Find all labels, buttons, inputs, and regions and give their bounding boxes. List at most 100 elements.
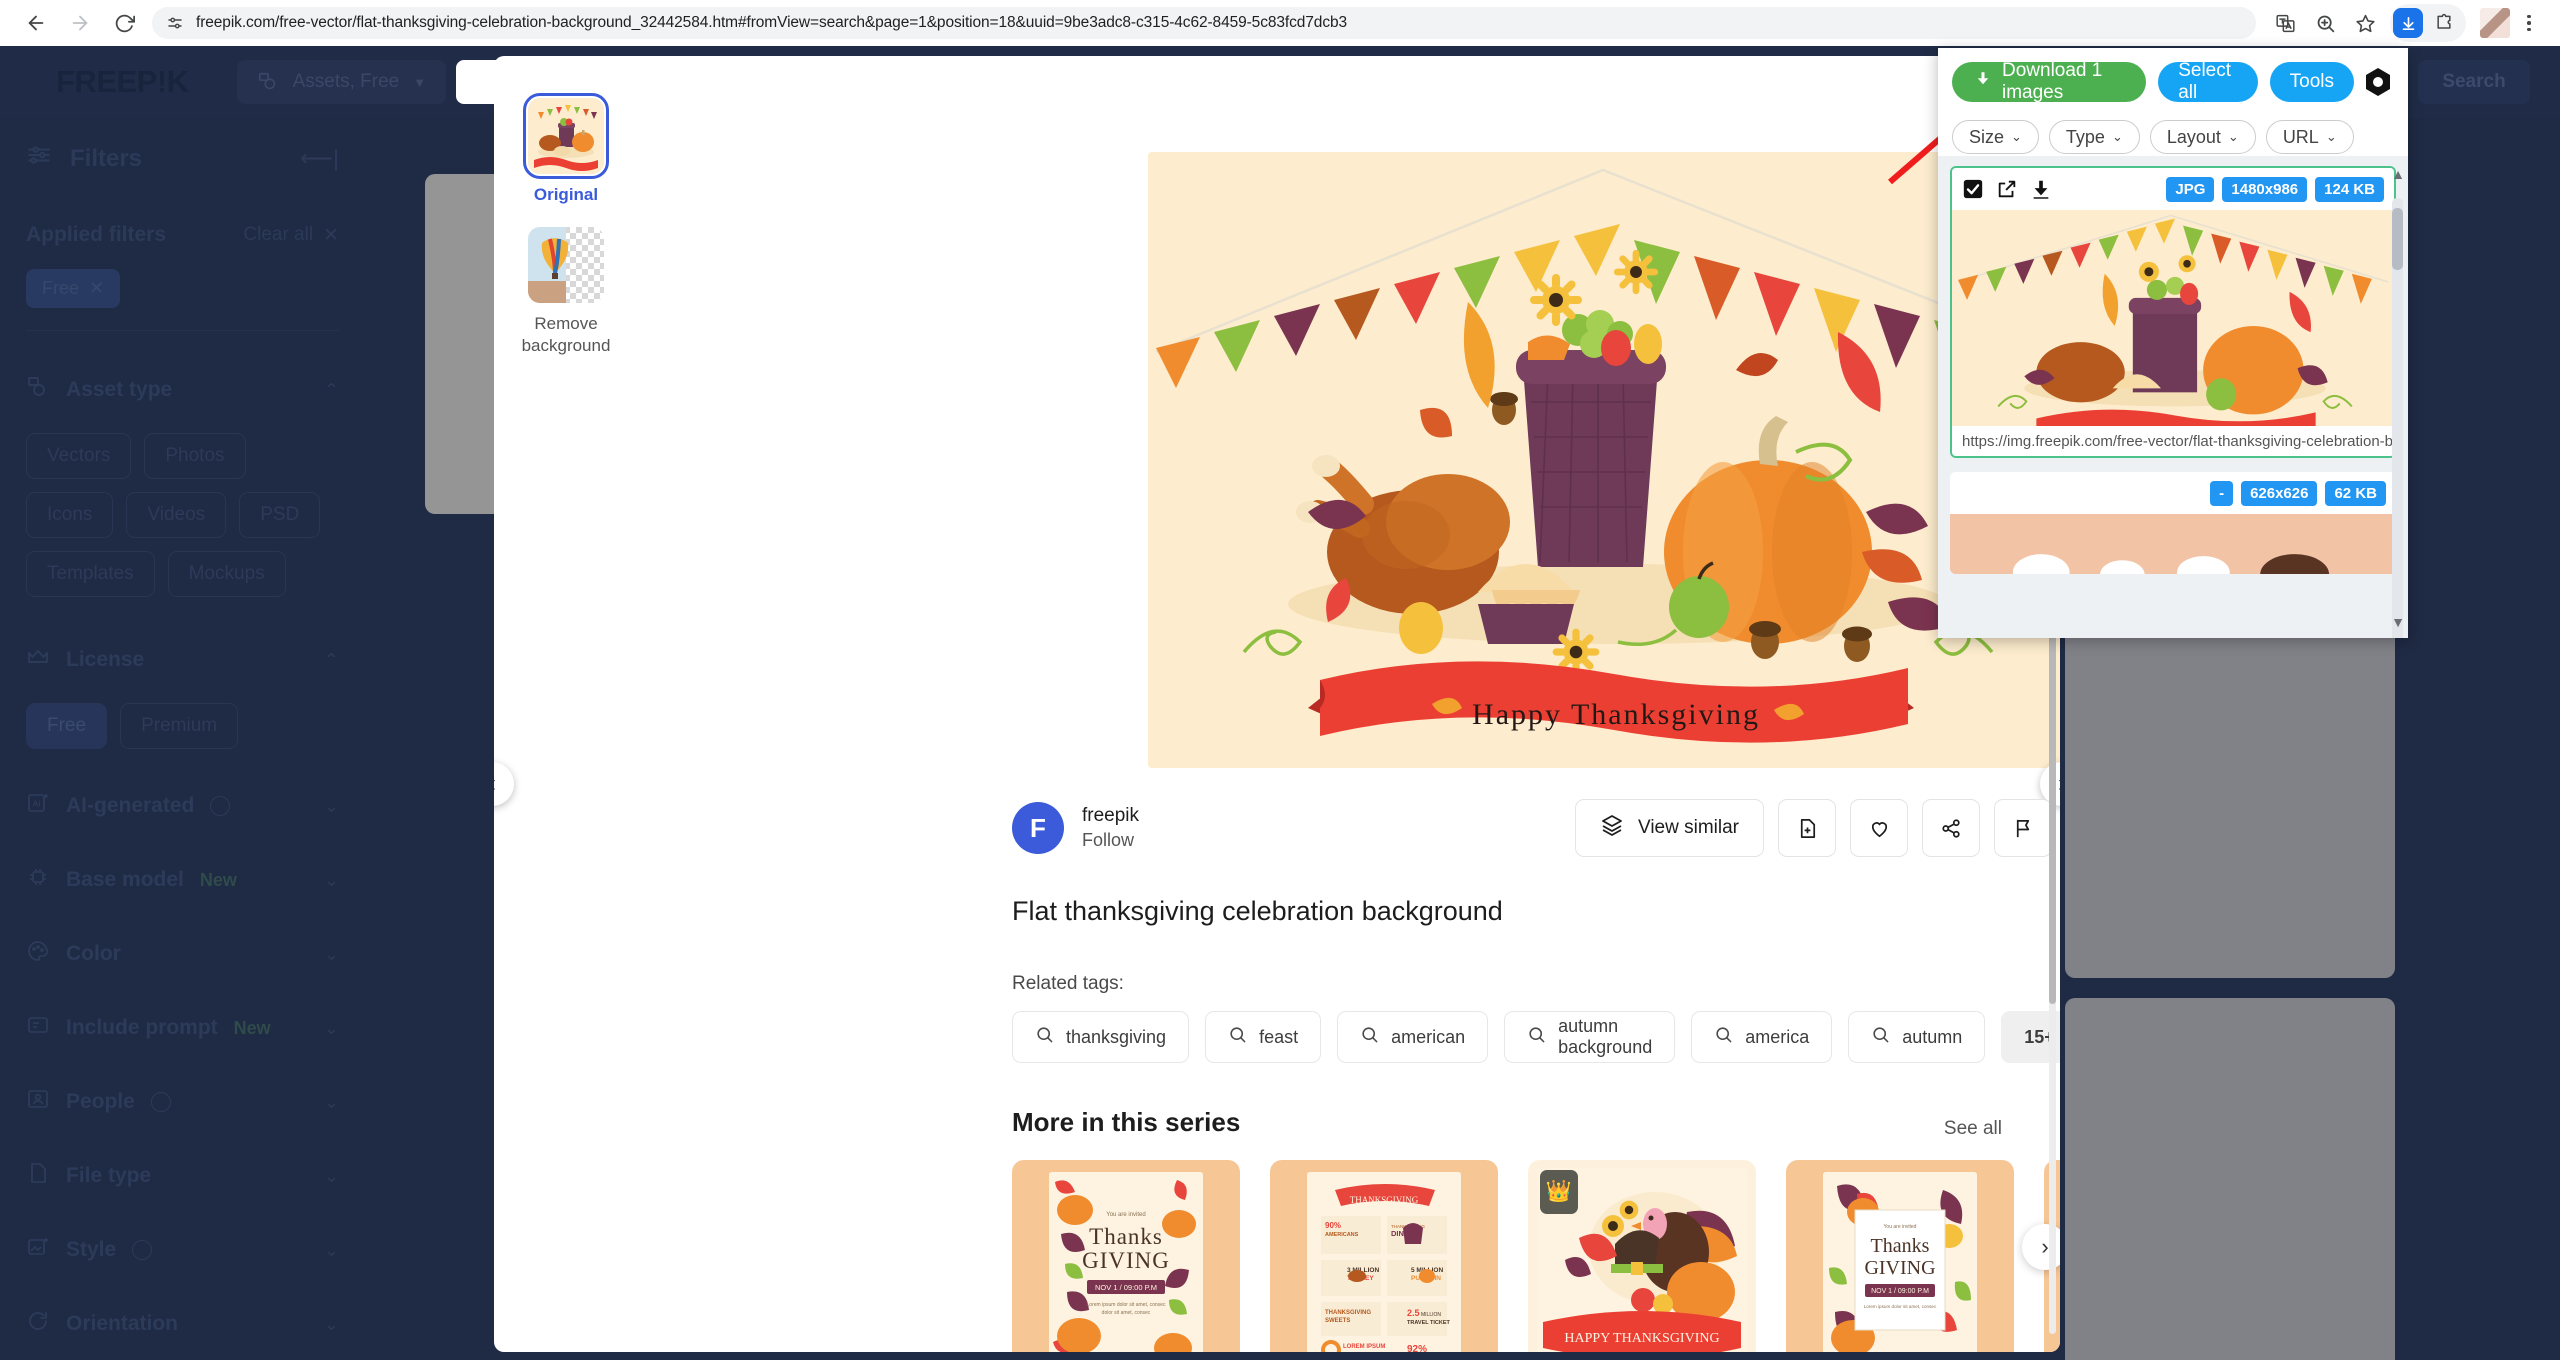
asset-actions: View similar <box>1574 799 2052 857</box>
layout-filter[interactable]: Layout ⌄ <box>2149 120 2256 154</box>
scroll-up-icon[interactable]: ▲ <box>2391 166 2405 182</box>
svg-text:Happy Thanksgiving: Happy Thanksgiving <box>1472 698 1760 731</box>
freepik-logo[interactable]: FREEP!K <box>56 64 189 100</box>
chevron-down-icon[interactable]: ⌄ <box>324 1166 339 1187</box>
tag-autumn-background[interactable]: autumn background <box>1504 1011 1676 1063</box>
chevron-down-icon[interactable]: ⌄ <box>324 1240 339 1261</box>
size-filter[interactable]: Size ⌄ <box>1952 120 2039 154</box>
chevron-down-icon[interactable]: ⌄ <box>324 796 339 817</box>
info-icon[interactable] <box>210 796 231 816</box>
series-card[interactable]: THANKSGIVING 90% AMERICANS THANKSGIVING … <box>1270 1160 1498 1352</box>
avatar[interactable]: F <box>1012 802 1064 854</box>
kebab-menu-icon[interactable] <box>2512 14 2546 32</box>
sidebar-item-ai-generated[interactable]: Ai AI-generated ⌄ <box>26 769 339 843</box>
series-card[interactable]: You are invited Thanks GIVING NOV 1 / 09… <box>1012 1160 1240 1352</box>
tag-feast[interactable]: feast <box>1205 1011 1322 1063</box>
chevron-down-icon[interactable]: ⌄ <box>324 1314 339 1335</box>
type-filter-label: Type <box>2065 126 2105 147</box>
thumbnail-original[interactable] <box>523 93 609 179</box>
people-icon <box>26 1087 50 1117</box>
chevron-up-icon[interactable]: ⌃ <box>324 650 339 671</box>
chevron-down-icon[interactable]: ⌄ <box>324 944 339 965</box>
site-settings-icon[interactable] <box>166 14 184 32</box>
asset-preview-image[interactable]: Happy Thanksgiving <box>1148 152 2060 768</box>
back-arrow-icon[interactable] <box>14 1 58 45</box>
asset-type-icons[interactable]: Icons <box>26 492 114 538</box>
tools-button[interactable]: Tools <box>2269 62 2354 102</box>
avatar[interactable] <box>2480 8 2510 38</box>
assets-selector[interactable]: Assets, Free ▼ <box>236 60 447 104</box>
search-button[interactable]: Search <box>2418 60 2530 104</box>
puzzle-piece-icon[interactable] <box>2425 4 2463 42</box>
asset-type-templates[interactable]: Templates <box>26 551 155 597</box>
reload-icon[interactable] <box>102 1 146 45</box>
collapse-left-icon[interactable]: ⟵| <box>300 145 339 172</box>
author-row: F freepik Follow View similar <box>1012 798 2052 858</box>
sidebar-item-license[interactable]: License ⌃ <box>26 623 339 697</box>
series-card[interactable]: 👑 HAPPY THANKSGIVING <box>1528 1160 1756 1352</box>
checked-checkbox-icon[interactable] <box>1962 178 1984 200</box>
star-icon[interactable] <box>2346 4 2384 42</box>
sidebar-item-style[interactable]: Style ⌄ <box>26 1213 339 1287</box>
download-images-button[interactable]: Download 1 images <box>1952 60 2147 103</box>
type-filter[interactable]: Type ⌄ <box>2048 120 2140 154</box>
tag-thanksgiving[interactable]: thanksgiving <box>1012 1011 1190 1063</box>
gear-icon[interactable] <box>2362 66 2394 98</box>
translate-icon[interactable] <box>2266 4 2304 42</box>
series-see-all-link[interactable]: See all <box>1944 1118 2002 1140</box>
flag-icon[interactable] <box>1994 799 2052 857</box>
close-icon[interactable]: ✕ <box>89 278 104 299</box>
zoom-icon[interactable] <box>2306 4 2344 42</box>
chevron-right-icon: › <box>2041 1234 2049 1259</box>
sidebar-item-asset-type[interactable]: Asset type ⌃ <box>26 353 339 427</box>
info-icon[interactable] <box>150 1092 171 1112</box>
download-icon[interactable] <box>2030 178 2052 200</box>
license-premium[interactable]: Premium <box>120 703 239 749</box>
chevron-up-icon[interactable]: ⌃ <box>324 380 339 401</box>
close-icon[interactable]: ✕ <box>323 224 339 247</box>
sidebar-item-color[interactable]: Color ⌄ <box>26 917 339 991</box>
add-to-collection-icon[interactable] <box>1778 799 1836 857</box>
prev-asset-button[interactable]: ‹ <box>494 762 514 806</box>
asset-type-videos[interactable]: Videos <box>126 492 227 538</box>
clear-all-button[interactable]: Clear all ✕ <box>243 224 339 247</box>
sidebar-item-include-prompt[interactable]: Include prompt New ⌄ <box>26 991 339 1065</box>
address-bar[interactable]: freepik.com/free-vector/flat-thanksgivin… <box>152 7 2256 39</box>
forward-arrow-icon[interactable] <box>58 1 102 45</box>
chevron-down-icon[interactable]: ⌄ <box>324 870 339 891</box>
scroll-down-icon[interactable]: ▼ <box>2391 614 2405 630</box>
asset-type-psd[interactable]: PSD <box>239 492 321 538</box>
chevron-down-icon[interactable]: ⌄ <box>324 1092 339 1113</box>
svg-text:THANKSGIVING: THANKSGIVING <box>1325 1310 1371 1316</box>
info-icon[interactable] <box>132 1240 153 1260</box>
sidebar-item-orientation[interactable]: Orientation ⌄ <box>26 1287 339 1360</box>
sidebar-item-base-model[interactable]: Base model New ⌄ <box>26 843 339 917</box>
applied-chip-free[interactable]: Free ✕ <box>26 269 121 308</box>
open-external-icon[interactable] <box>1996 178 2018 200</box>
asset-type-mockups[interactable]: Mockups <box>167 551 286 597</box>
download-icon[interactable] <box>2393 8 2423 38</box>
asset-type-vectors[interactable]: Vectors <box>26 433 132 479</box>
author-name[interactable]: freepik <box>1082 805 1139 827</box>
view-similar-button[interactable]: View similar <box>1574 799 1764 857</box>
tag-autumn[interactable]: autumn <box>1848 1011 1986 1063</box>
share-icon[interactable] <box>1922 799 1980 857</box>
select-all-button[interactable]: Select all <box>2158 60 2258 103</box>
follow-button[interactable]: Follow <box>1082 830 1139 851</box>
url-filter[interactable]: URL ⌄ <box>2265 120 2354 154</box>
extension-image-item[interactable]: JPG 1480x986 124 KB https://img.freepik.… <box>1950 166 2396 458</box>
tag-american[interactable]: american <box>1337 1011 1489 1063</box>
chevron-down-icon[interactable]: ⌄ <box>324 1018 339 1039</box>
series-card[interactable]: You are invited Thanks GIVING NOV 1 / 09… <box>1786 1160 2014 1352</box>
sidebar-item-file-type[interactable]: File type ⌄ <box>26 1139 339 1213</box>
asset-type-photos[interactable]: Photos <box>144 433 246 479</box>
extension-image-url[interactable]: https://img.freepik.com/free-vector/flat… <box>1952 426 2394 456</box>
extension-image-item[interactable]: - 626x626 62 KB <box>1950 472 2396 574</box>
thumbnail-remove-background[interactable] <box>528 227 604 304</box>
tag-america[interactable]: america <box>1691 1011 1833 1063</box>
sidebar-item-people[interactable]: People ⌄ <box>26 1065 339 1139</box>
chevron-right-icon: › <box>2058 770 2060 798</box>
license-free[interactable]: Free <box>26 703 108 749</box>
extension-scrollbar[interactable] <box>2392 198 2403 638</box>
heart-icon[interactable] <box>1850 799 1908 857</box>
